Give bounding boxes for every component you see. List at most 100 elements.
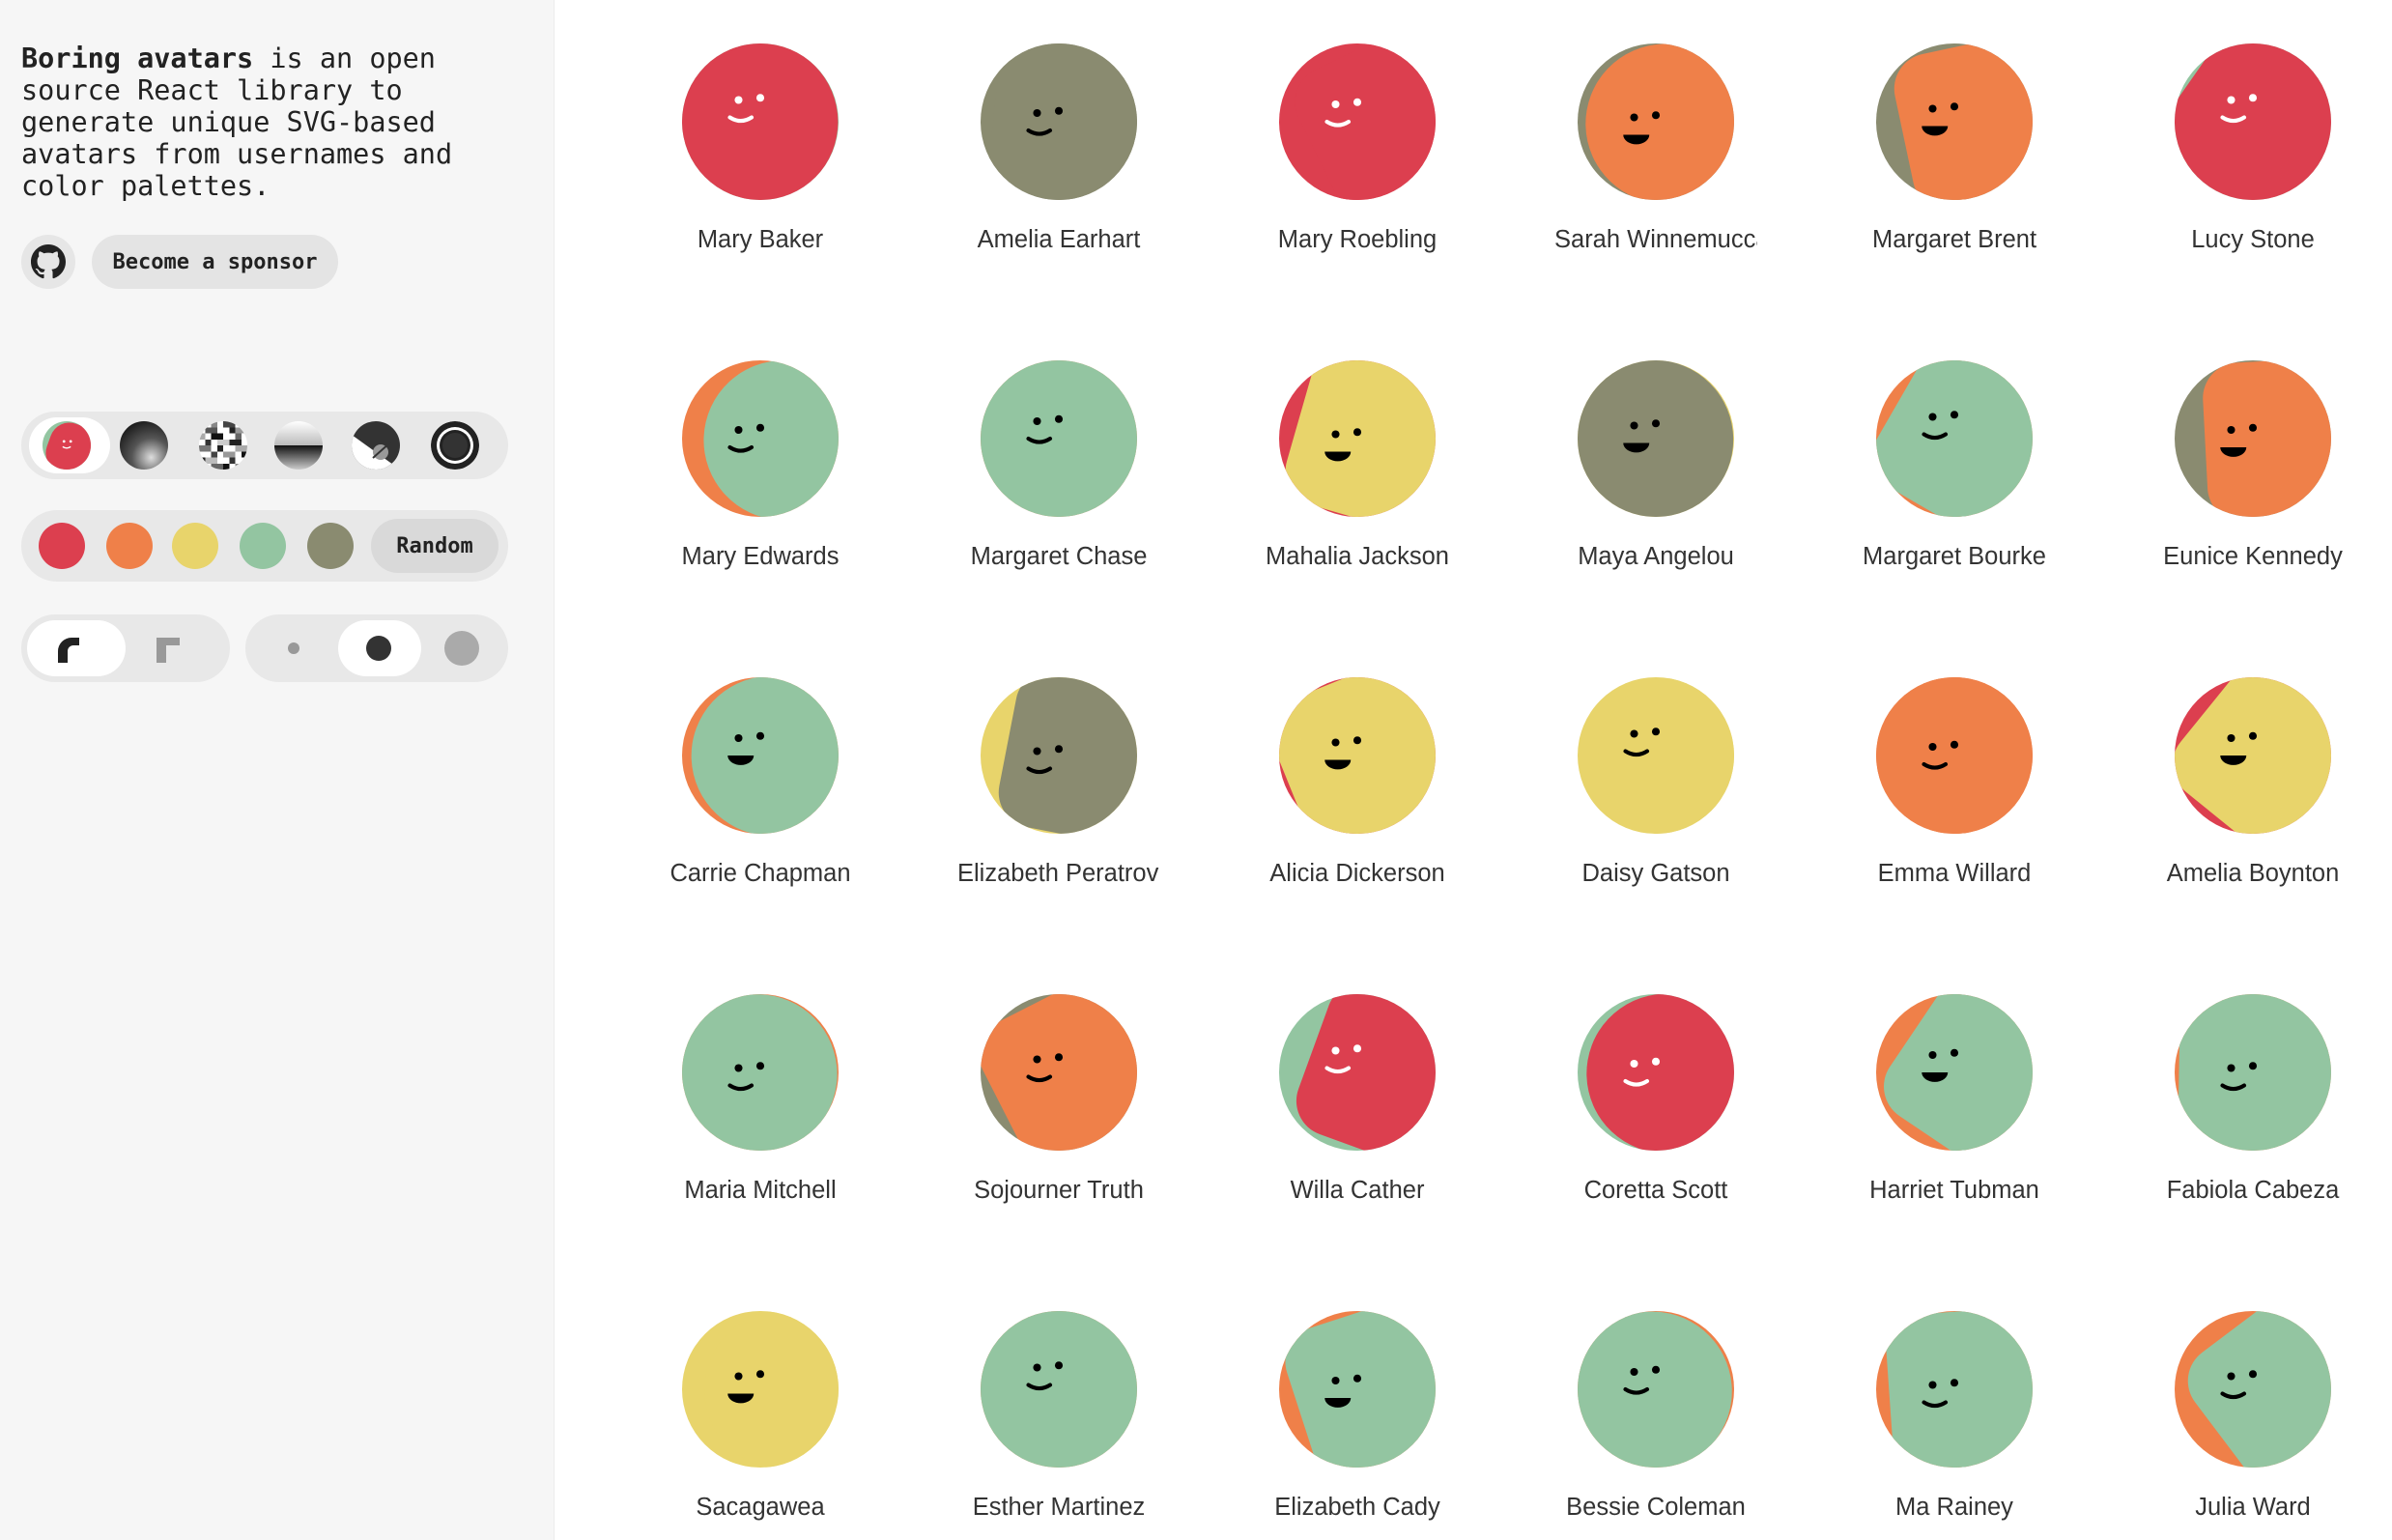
avatar-name: Sojourner Truth	[974, 1177, 1144, 1204]
size-medium-icon[interactable]	[366, 636, 391, 661]
avatar-name: Mary Edwards	[681, 543, 840, 570]
avatar-card[interactable]: Julia Ward	[2105, 1311, 2392, 1522]
palette-selector: Random	[21, 510, 508, 582]
sidebar: Boring avatars is an open source React l…	[0, 0, 555, 1540]
avatar-name: Willa Cather	[1290, 1177, 1425, 1204]
color-swatch-3[interactable]	[172, 523, 218, 569]
avatar-icon	[981, 43, 1137, 200]
avatar-icon	[1876, 994, 2033, 1151]
avatar-icon	[682, 994, 839, 1151]
avatar-name: Margaret Bourke	[1863, 543, 2046, 570]
avatar-card[interactable]: Sarah Winnemucca	[1508, 43, 1804, 254]
avatar-card[interactable]: Fabiola Cabeza	[2105, 994, 2392, 1205]
avatar-icon	[1578, 1311, 1734, 1468]
sponsor-button[interactable]: Become a sponsor	[92, 235, 338, 289]
color-swatch-4[interactable]	[240, 523, 286, 569]
shape-square-icon[interactable]	[151, 632, 184, 665]
avatar-card[interactable]: Margaret Bourke	[1807, 360, 2102, 571]
avatar-icon	[1876, 43, 2033, 200]
avatar-name: Eunice Kennedy	[2163, 543, 2343, 570]
avatar-card[interactable]: Mary Baker	[612, 43, 908, 254]
avatar-icon	[1876, 677, 2033, 834]
avatar-card[interactable]: Daisy Gatson	[1508, 677, 1804, 888]
avatar-name: Sarah Winnemucca	[1554, 226, 1757, 253]
avatar-name: Daisy Gatson	[1581, 860, 1730, 887]
avatar-card[interactable]: Amelia Boynton	[2105, 677, 2392, 888]
avatar-card[interactable]: Willa Cather	[1210, 994, 1505, 1205]
avatar-icon	[1578, 677, 1734, 834]
variant-sunset-icon[interactable]	[274, 421, 323, 470]
variant-marble-icon[interactable]	[120, 421, 168, 470]
avatar-name: Elizabeth Cady	[1274, 1494, 1440, 1521]
size-small-icon[interactable]	[288, 642, 299, 654]
avatar-name: Maria Mitchell	[684, 1177, 837, 1204]
avatar-card[interactable]: Amelia Earhart	[911, 43, 1207, 254]
avatar-icon	[2175, 994, 2331, 1151]
avatar-name: Margaret Chase	[970, 543, 1148, 570]
avatar-card[interactable]: Esther Martinez	[911, 1311, 1207, 1522]
variant-bauhaus-icon[interactable]	[352, 421, 400, 470]
avatar-card[interactable]: Sojourner Truth	[911, 994, 1207, 1205]
avatar-name: Maya Angelou	[1578, 543, 1734, 570]
avatar-name: Fabiola Cabeza	[2166, 1177, 2340, 1204]
avatar-name: Amelia Boynton	[2166, 860, 2340, 887]
avatar-icon	[1279, 360, 1436, 517]
variant-ring-icon[interactable]	[431, 421, 479, 470]
size-toggle	[245, 614, 508, 682]
intro-brand: Boring avatars	[21, 43, 254, 74]
variant-beam-icon[interactable]	[43, 421, 91, 470]
color-swatch-2[interactable]	[106, 523, 153, 569]
avatar-name: Ma Rainey	[1895, 1494, 2013, 1521]
avatar-card[interactable]: Margaret Brent	[1807, 43, 2102, 254]
avatar-card[interactable]: Mary Edwards	[612, 360, 908, 571]
color-swatch-5[interactable]	[307, 523, 354, 569]
avatar-card[interactable]: Bessie Coleman	[1508, 1311, 1804, 1522]
avatar-card[interactable]: Maya Angelou	[1508, 360, 1804, 571]
color-swatch-1[interactable]	[39, 523, 85, 569]
intro-text: Boring avatars is an open source React l…	[21, 43, 524, 202]
avatar-icon	[981, 994, 1137, 1151]
avatar-card[interactable]: Elizabeth Peratrovich	[911, 677, 1207, 888]
random-palette-button[interactable]: Random	[371, 519, 498, 573]
avatar-name: Bessie Coleman	[1566, 1494, 1746, 1521]
size-large-icon[interactable]	[444, 631, 479, 666]
avatar-icon	[682, 43, 839, 200]
avatar-card[interactable]: Mahalia Jackson	[1210, 360, 1505, 571]
variant-selector	[21, 412, 508, 479]
avatar-icon	[682, 360, 839, 517]
avatar-icon	[981, 360, 1137, 517]
avatar-icon	[2175, 677, 2331, 834]
avatar-icon	[682, 1311, 839, 1468]
avatar-name: Mary Baker	[697, 226, 824, 253]
avatar-name: Coretta Scott	[1583, 1177, 1728, 1204]
avatar-icon	[1876, 360, 2033, 517]
avatar-card[interactable]: Eunice Kennedy	[2105, 360, 2392, 571]
avatar-card[interactable]: Ma Rainey	[1807, 1311, 2102, 1522]
avatar-icon	[1578, 43, 1734, 200]
avatar-name: Harriet Tubman	[1869, 1177, 2039, 1204]
avatar-card[interactable]: Maria Mitchell	[612, 994, 908, 1205]
avatar-card[interactable]: Carrie Chapman	[612, 677, 908, 888]
avatar-card[interactable]: Alicia Dickerson	[1210, 677, 1505, 888]
variant-pixel-icon[interactable]	[199, 421, 247, 470]
avatar-name: Sacagawea	[696, 1494, 825, 1521]
avatar-card[interactable]: Emma Willard	[1807, 677, 2102, 888]
avatar-icon	[1876, 1311, 2033, 1468]
shape-round-icon[interactable]	[52, 632, 85, 665]
avatar-icon	[1279, 1311, 1436, 1468]
avatar-card[interactable]: Coretta Scott	[1508, 994, 1804, 1205]
avatar-name: Emma Willard	[1877, 860, 2032, 887]
avatar-name: Mahalia Jackson	[1266, 543, 1449, 570]
github-link[interactable]	[21, 235, 75, 289]
avatar-card[interactable]: Elizabeth Cady	[1210, 1311, 1505, 1522]
avatar-card[interactable]: Mary Roebling	[1210, 43, 1505, 254]
avatar-icon	[1279, 994, 1436, 1151]
avatar-icon	[1578, 360, 1734, 517]
avatar-card[interactable]: Margaret Chase	[911, 360, 1207, 571]
avatar-card[interactable]: Lucy Stone	[2105, 43, 2392, 254]
avatar-name: Lucy Stone	[2191, 226, 2315, 253]
avatar-name: Carrie Chapman	[669, 860, 851, 887]
avatar-card[interactable]: Harriet Tubman	[1807, 994, 2102, 1205]
avatar-name: Alicia Dickerson	[1269, 860, 1445, 887]
avatar-card[interactable]: Sacagawea	[612, 1311, 908, 1522]
